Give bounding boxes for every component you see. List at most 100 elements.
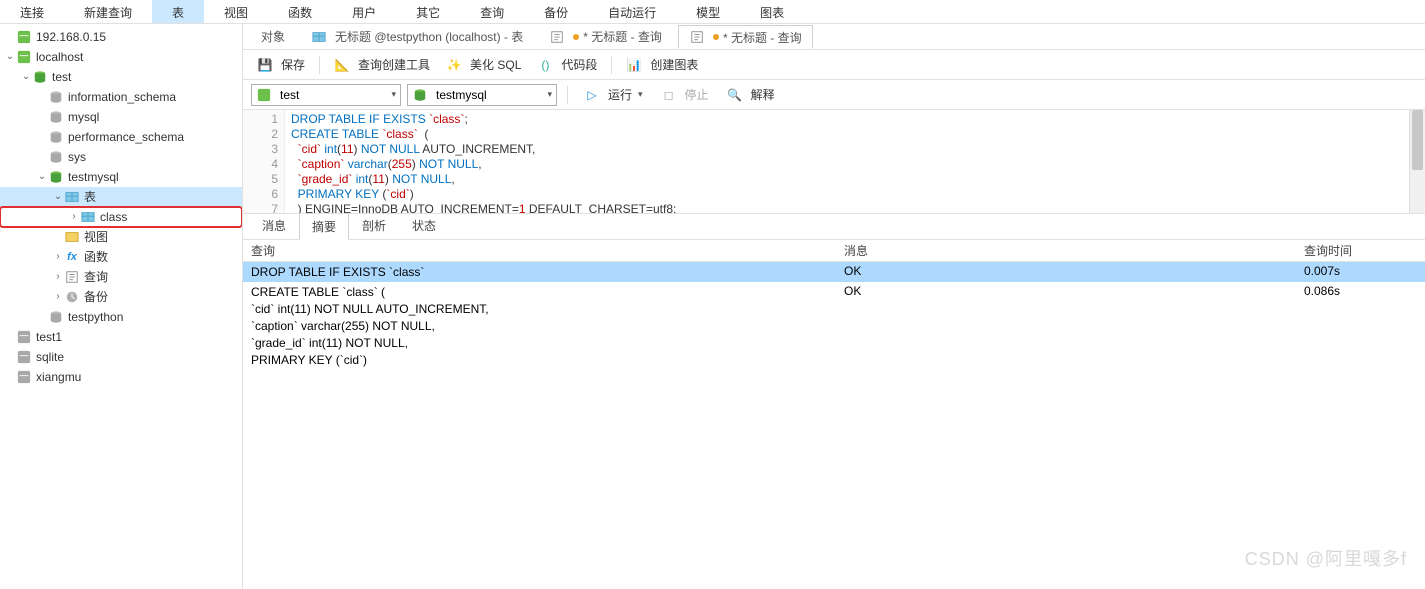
server-icon: [256, 87, 272, 103]
paren-icon: (): [537, 57, 553, 73]
code-area[interactable]: DROP TABLE IF EXISTS `class`;CREATE TABL…: [285, 110, 1409, 213]
menu-自动运行[interactable]: 自动运行: [588, 0, 676, 23]
editor-scrollbar[interactable]: [1409, 110, 1425, 213]
menu-其它[interactable]: 其它: [396, 0, 460, 23]
create-chart-button[interactable]: 📊创建图表: [620, 53, 704, 76]
db-icon: [412, 87, 428, 103]
tree-node-class[interactable]: › class: [0, 207, 242, 227]
doc-tab[interactable]: * 无标题 - 查询: [539, 25, 672, 49]
explain-button[interactable]: 🔍解释: [721, 83, 781, 106]
tree-label: mysql: [68, 107, 99, 127]
db-grey-icon: [48, 149, 64, 165]
expand-toggle[interactable]: ⌄: [4, 47, 16, 67]
tree-label: test1: [36, 327, 62, 347]
chart-icon: 📊: [626, 57, 642, 73]
tree-node-testpython[interactable]: testpython: [0, 307, 242, 327]
menubar: 连接新建查询表视图函数用户其它查询备份自动运行模型图表: [0, 0, 1425, 24]
tree-node-localhost[interactable]: ⌄ localhost: [0, 47, 242, 67]
run-button[interactable]: ▷运行▾: [578, 83, 649, 106]
menu-视图[interactable]: 视图: [204, 0, 268, 23]
connection-selector-row: test▾ testmysql▾ ▷运行▾ ◻停止 🔍解释: [243, 80, 1425, 110]
tree-node-performance_schema[interactable]: performance_schema: [0, 127, 242, 147]
tree-node-information_schema[interactable]: information_schema: [0, 87, 242, 107]
menu-备份[interactable]: 备份: [524, 0, 588, 23]
result-header: 查询 消息 查询时间: [243, 240, 1425, 262]
stop-button[interactable]: ◻停止: [655, 83, 715, 106]
col-query[interactable]: 查询: [243, 240, 836, 261]
tree-node-mysql[interactable]: mysql: [0, 107, 242, 127]
tree-label: localhost: [36, 47, 83, 67]
query-icon: [549, 29, 565, 45]
tree-node-表[interactable]: ⌄表: [0, 187, 242, 207]
menu-连接[interactable]: 连接: [0, 0, 64, 23]
tree-node-函数[interactable]: ›fx函数: [0, 247, 242, 267]
tree-label: information_schema: [68, 87, 176, 107]
connection-tree[interactable]: 192.168.0.15⌄localhost⌄testinformation_s…: [0, 24, 243, 589]
wand-icon: ✨: [446, 57, 462, 73]
menu-图表[interactable]: 图表: [740, 0, 804, 23]
tree-node-视图[interactable]: 视图: [0, 227, 242, 247]
db-grey-icon: [48, 109, 64, 125]
chevron-down-icon: ▾: [547, 89, 552, 100]
col-time[interactable]: 查询时间: [1296, 240, 1425, 261]
tree-node-备份[interactable]: ›备份: [0, 287, 242, 307]
result-row[interactable]: DROP TABLE IF EXISTS `class`OK0.007s: [243, 262, 1425, 282]
result-tab-摘要[interactable]: 摘要: [299, 213, 349, 240]
save-button[interactable]: 💾保存: [251, 53, 311, 76]
result-tab-剖析[interactable]: 剖析: [349, 212, 399, 239]
beautify-button[interactable]: ✨美化 SQL: [440, 53, 527, 76]
scroll-thumb[interactable]: [1412, 110, 1423, 170]
expand-toggle[interactable]: ⌄: [52, 187, 64, 207]
server-green-icon: [16, 29, 32, 45]
tree-node-test[interactable]: ⌄test: [0, 67, 242, 87]
tree-label: 192.168.0.15: [36, 27, 106, 47]
doc-tab[interactable]: * 无标题 - 查询: [678, 25, 813, 49]
expand-toggle[interactable]: ›: [52, 267, 64, 287]
watermark: CSDN @阿里嘎多f: [1245, 545, 1407, 571]
server-green-icon: [16, 49, 32, 65]
menu-查询[interactable]: 查询: [460, 0, 524, 23]
view-icon: [64, 229, 80, 245]
query-builder-button[interactable]: 📐查询创建工具: [328, 53, 436, 76]
tree-node-192.168.0.15[interactable]: 192.168.0.15: [0, 27, 242, 47]
chevron-down-icon: ▾: [391, 89, 396, 100]
database-combo[interactable]: testmysql▾: [407, 84, 557, 106]
result-row[interactable]: CREATE TABLE `class` ( `cid` int(11) NOT…: [243, 282, 1425, 369]
sql-editor[interactable]: 1234567 DROP TABLE IF EXISTS `class`;CRE…: [243, 110, 1425, 214]
doc-tab[interactable]: 对象: [251, 25, 295, 49]
col-message[interactable]: 消息: [836, 240, 1296, 261]
tree-label: sys: [68, 147, 86, 167]
expand-toggle[interactable]: ›: [68, 207, 80, 227]
menu-模型[interactable]: 模型: [676, 0, 740, 23]
result-tab-状态[interactable]: 状态: [399, 212, 449, 239]
save-icon: 💾: [257, 57, 273, 73]
tree-node-testmysql[interactable]: ⌄testmysql: [0, 167, 242, 187]
tree-node-sys[interactable]: sys: [0, 147, 242, 167]
menu-用户[interactable]: 用户: [332, 0, 396, 23]
menu-函数[interactable]: 函数: [268, 0, 332, 23]
result-tabs: 消息摘要剖析状态: [243, 214, 1425, 240]
tree-node-查询[interactable]: › 查询: [0, 267, 242, 287]
expand-toggle[interactable]: ⌄: [20, 67, 32, 87]
db-green-icon: [32, 69, 48, 85]
connection-combo[interactable]: test▾: [251, 84, 401, 106]
expand-toggle[interactable]: ⌄: [36, 167, 48, 187]
tree-node-test1[interactable]: test1: [0, 327, 242, 347]
expand-toggle[interactable]: ›: [52, 247, 64, 267]
menu-新建查询[interactable]: 新建查询: [64, 0, 152, 23]
snippet-button[interactable]: ()代码段: [531, 53, 603, 76]
qb-icon: 📐: [334, 57, 350, 73]
db-grey-icon: [48, 309, 64, 325]
expand-toggle[interactable]: ›: [52, 287, 64, 307]
menu-表[interactable]: 表: [152, 0, 204, 23]
table-icon: [80, 209, 96, 225]
tree-label: 查询: [84, 267, 108, 287]
tree-label: class: [100, 207, 127, 227]
result-tab-消息[interactable]: 消息: [249, 212, 299, 239]
doc-tab[interactable]: 无标题 @testpython (localhost) - 表: [301, 25, 533, 49]
tree-node-sqlite[interactable]: sqlite: [0, 347, 242, 367]
table-icon: [64, 189, 80, 205]
tree-node-xiangmu[interactable]: xiangmu: [0, 367, 242, 387]
modified-dot: [713, 34, 719, 40]
server-grey-icon: [16, 369, 32, 385]
